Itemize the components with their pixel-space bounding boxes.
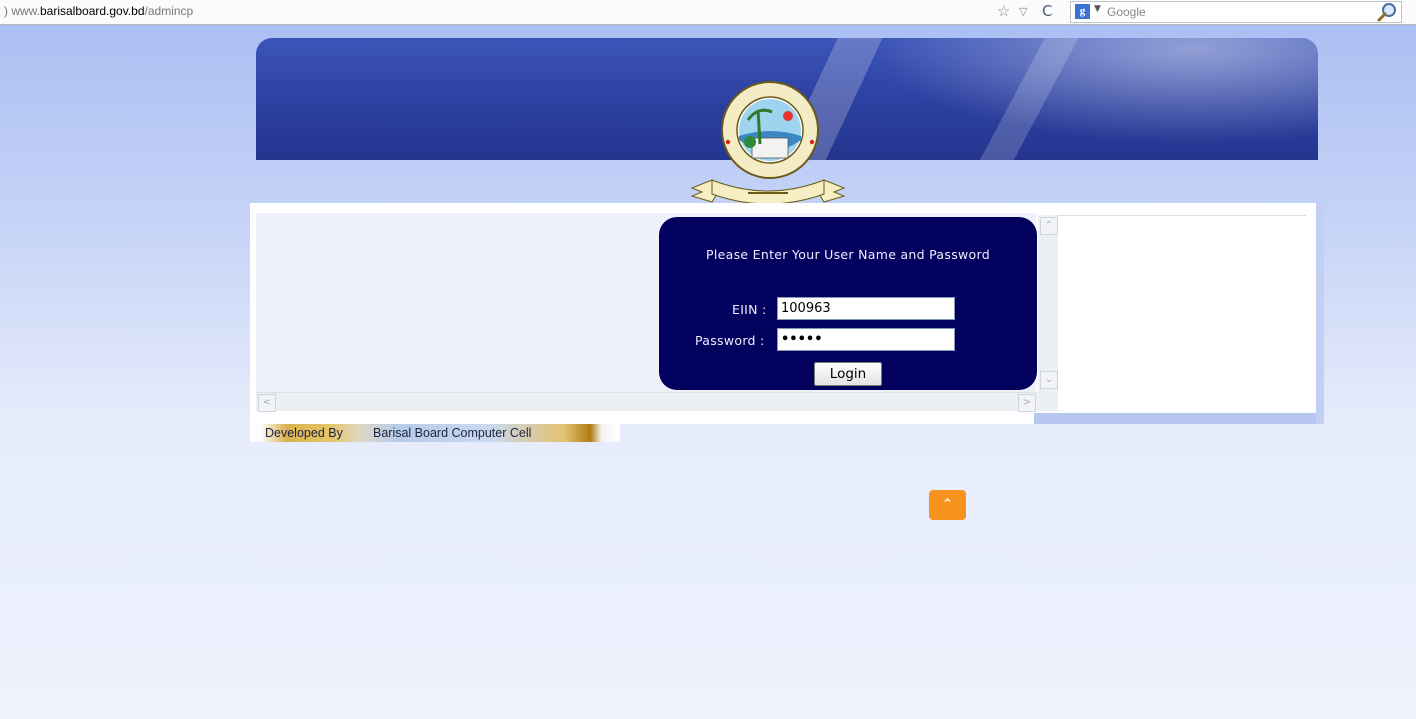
developer-credit: Developed By Barisal Board Computer Cell <box>250 424 620 442</box>
back-to-top-button[interactable]: ⌃ <box>929 490 966 520</box>
eiin-input[interactable]: 100963 <box>777 297 955 320</box>
url-path: /admincp <box>144 4 194 18</box>
login-prompt: Please Enter Your User Name and Password <box>706 247 990 262</box>
right-edge <box>1316 203 1324 424</box>
scroll-up-icon[interactable]: ⌃ <box>1040 217 1058 235</box>
google-icon[interactable]: g <box>1075 4 1090 19</box>
star-icon[interactable]: ☆ <box>997 2 1010 20</box>
chevron-up-icon: ⌃ <box>942 497 953 512</box>
right-strip <box>1034 413 1319 424</box>
login-button[interactable]: Login <box>814 362 882 386</box>
engine-dropdown-icon[interactable]: ▼ <box>1094 4 1101 14</box>
reload-icon[interactable]: C <box>1042 2 1052 20</box>
password-input[interactable]: ••••• <box>777 328 955 351</box>
scroll-right-icon[interactable]: > <box>1018 394 1036 412</box>
scroll-left-icon[interactable]: < <box>258 394 276 412</box>
url-prefix: ) www. <box>4 4 40 18</box>
board-seal-logo <box>690 81 846 205</box>
password-label: Password : <box>695 333 765 348</box>
dropdown-arrow-icon[interactable]: ▽ <box>1019 5 1027 18</box>
url-host: barisalboard.gov.bd <box>40 4 145 18</box>
search-placeholder: Google <box>1107 5 1146 19</box>
banner-shine <box>818 38 1318 160</box>
developer-name: Barisal Board Computer Cell <box>373 426 532 440</box>
horizontal-scrollbar[interactable]: < > <box>256 392 1038 412</box>
login-panel: Please Enter Your User Name and Password… <box>659 217 1037 390</box>
eiin-label: EIIN : <box>732 302 767 317</box>
magnifier-icon[interactable] <box>1376 1 1398 23</box>
browser-toolbar: ) www.barisalboard.gov.bd/admincp ☆ ▽ C … <box>0 0 1416 25</box>
search-box[interactable]: g ▼ Google <box>1070 1 1402 23</box>
vertical-scrollbar[interactable]: ⌃ ⌄ <box>1038 215 1058 411</box>
developed-by-label: Developed By <box>265 426 343 440</box>
scroll-down-icon[interactable]: ⌄ <box>1040 371 1058 389</box>
content-pane-right <box>1058 215 1306 412</box>
url-bar[interactable]: ) www.barisalboard.gov.bd/admincp <box>4 4 193 18</box>
